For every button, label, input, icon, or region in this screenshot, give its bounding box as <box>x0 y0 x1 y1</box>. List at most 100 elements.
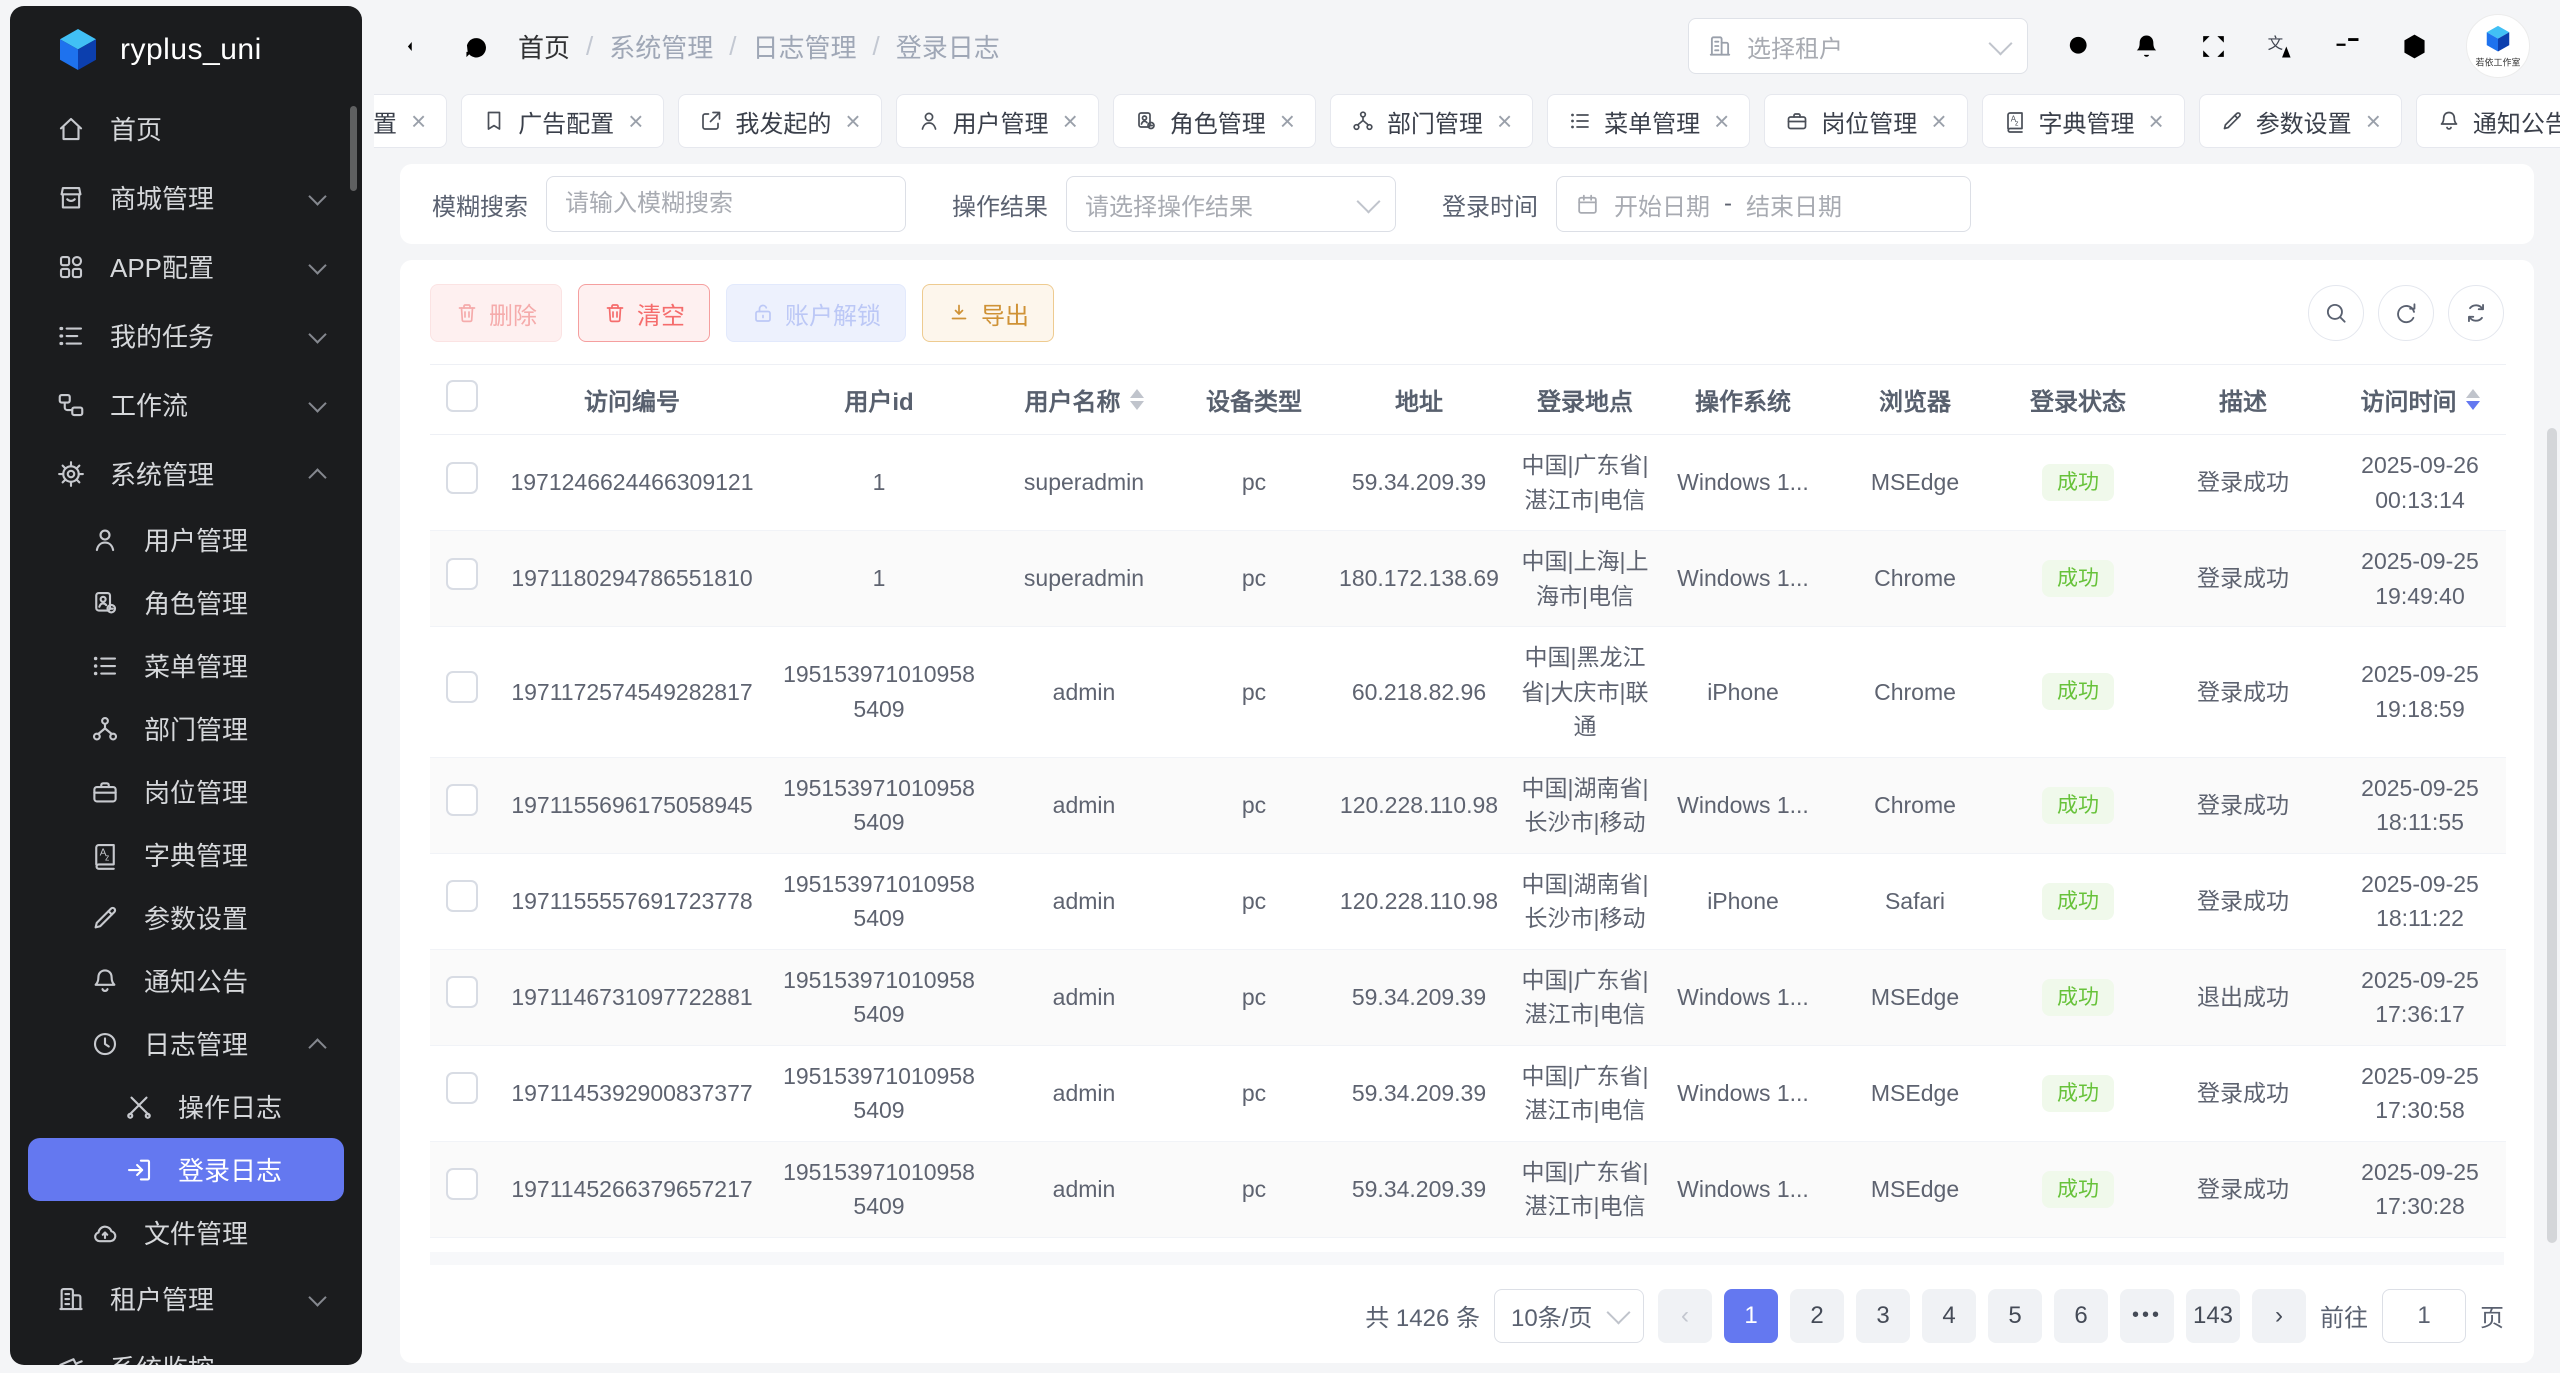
sync-columns-button[interactable] <box>2448 285 2504 341</box>
sidebar-item-APP配置[interactable]: APP配置 <box>10 232 362 301</box>
close-icon[interactable]: × <box>1497 108 1512 134</box>
tab-我发起的[interactable]: 我发起的× <box>678 94 881 148</box>
page-size-value: 10条/页 <box>1511 1298 1592 1333</box>
tab-通知公告[interactable]: 通知公告× <box>2416 94 2560 148</box>
row-checkbox[interactable] <box>446 1072 478 1104</box>
column-header-访问时间[interactable]: 访问时间 <box>2334 365 2506 435</box>
page-size-select[interactable]: 10条/页 <box>1494 1289 1644 1343</box>
tab-用户管理[interactable]: 用户管理× <box>896 94 1099 148</box>
sidebar-scrollbar-thumb[interactable] <box>350 106 357 191</box>
settings-gear-icon[interactable] <box>2399 31 2430 62</box>
breadcrumb-item[interactable]: 系统管理 <box>609 28 713 65</box>
sidebar-item-日志管理[interactable]: 日志管理 <box>10 1012 362 1075</box>
sidebar-item-租户管理[interactable]: 租户管理 <box>10 1264 362 1333</box>
sidebar-item-我的任务[interactable]: 我的任务 <box>10 301 362 370</box>
tenant-select[interactable]: 选择租户 <box>1688 18 2028 74</box>
page-button-6[interactable]: 6 <box>2054 1289 2108 1343</box>
page-button-4[interactable]: 4 <box>1922 1289 1976 1343</box>
cell-id: 1971155696175058945 <box>494 757 770 853</box>
tab-参数设置[interactable]: 参数设置× <box>2199 94 2402 148</box>
row-checkbox[interactable] <box>446 462 478 494</box>
sidebar-item-工作流[interactable]: 工作流 <box>10 370 362 439</box>
close-icon[interactable]: × <box>845 108 860 134</box>
tab-菜单管理[interactable]: 菜单管理× <box>1547 94 1750 148</box>
refresh-table-button[interactable] <box>2378 285 2434 341</box>
sort-carets-icon[interactable] <box>2466 389 2480 410</box>
row-checkbox[interactable] <box>446 1168 478 1200</box>
sidebar-item-部门管理[interactable]: 部门管理 <box>10 697 362 760</box>
sidebar-item-用户管理[interactable]: 用户管理 <box>10 508 362 571</box>
org-icon <box>1351 109 1375 133</box>
clear-button[interactable]: 清空 <box>578 284 710 342</box>
page-button-1[interactable]: 1 <box>1724 1289 1778 1343</box>
sidebar-item-登录日志[interactable]: 登录日志 <box>28 1138 344 1201</box>
breadcrumb-item[interactable]: 登录日志 <box>896 28 1000 65</box>
fuzzy-search-input[interactable] <box>546 176 906 232</box>
next-page-button[interactable]: › <box>2252 1289 2306 1343</box>
prev-page-button[interactable]: ‹ <box>1658 1289 1712 1343</box>
refresh-page-icon[interactable] <box>461 31 492 62</box>
row-checkbox[interactable] <box>446 380 478 412</box>
sidebar-item-参数设置[interactable]: 参数设置 <box>10 886 362 949</box>
login-time-range-picker[interactable]: 开始日期 - 结束日期 <box>1556 176 1971 232</box>
tab-岗位管理[interactable]: 岗位管理× <box>1764 94 1967 148</box>
close-icon[interactable]: × <box>411 108 426 134</box>
sidebar-item-商城管理[interactable]: 商城管理 <box>10 163 362 232</box>
page-button-143[interactable]: 143 <box>2186 1289 2240 1343</box>
goto-page-input[interactable] <box>2382 1289 2466 1343</box>
tab-广告配置[interactable]: 广告配置× <box>461 94 664 148</box>
close-icon[interactable]: × <box>1714 108 1729 134</box>
page-button-3[interactable]: 3 <box>1856 1289 1910 1343</box>
close-icon[interactable]: × <box>1280 108 1295 134</box>
avatar-label: 若依工作室 <box>2476 54 2521 68</box>
column-header-用户名称[interactable]: 用户名称 <box>988 365 1180 435</box>
collapse-sidebar-icon[interactable] <box>404 31 435 62</box>
close-icon[interactable]: × <box>1063 108 1078 134</box>
fullscreen-icon[interactable] <box>2198 31 2229 62</box>
row-checkbox[interactable] <box>446 784 478 816</box>
page-button-5[interactable]: 5 <box>1988 1289 2042 1343</box>
sidebar-item-岗位管理[interactable]: 岗位管理 <box>10 760 362 823</box>
tab-角色管理[interactable]: 角色管理× <box>1113 94 1316 148</box>
sort-carets-icon[interactable] <box>1130 389 1144 410</box>
search-icon[interactable] <box>2064 31 2095 62</box>
sidebar-item-操作日志[interactable]: 操作日志 <box>10 1075 362 1138</box>
sidebar-item-系统监控[interactable]: 系统监控 <box>10 1333 362 1365</box>
dict-icon <box>90 840 120 870</box>
tab-部门管理[interactable]: 部门管理× <box>1330 94 1533 148</box>
close-icon[interactable]: × <box>1931 108 1946 134</box>
close-icon[interactable]: × <box>2149 108 2164 134</box>
page-ellipsis[interactable]: ••• <box>2120 1289 2174 1343</box>
row-checkbox[interactable] <box>446 880 478 912</box>
page-button-2[interactable]: 2 <box>1790 1289 1844 1343</box>
sidebar-item-首页[interactable]: 首页 <box>10 94 362 163</box>
delete-button[interactable]: 删除 <box>430 284 562 342</box>
sidebar-item-系统管理[interactable]: 系统管理 <box>10 439 362 508</box>
column-header-登录地点: 登录地点 <box>1510 365 1660 435</box>
row-checkbox[interactable] <box>446 671 478 703</box>
breadcrumb-item[interactable]: 日志管理 <box>753 28 857 65</box>
sidebar-item-菜单管理[interactable]: 菜单管理 <box>10 634 362 697</box>
close-icon[interactable]: × <box>2366 108 2381 134</box>
user-avatar[interactable]: 若依工作室 <box>2466 14 2530 78</box>
sidebar-item-文件管理[interactable]: 文件管理 <box>10 1201 362 1264</box>
export-button[interactable]: 导出 <box>922 284 1054 342</box>
breadcrumb-item[interactable]: 首页 <box>518 28 570 65</box>
brief-icon <box>1785 109 1809 133</box>
cell-device: pc <box>1180 949 1328 1045</box>
sidebar-item-字典管理[interactable]: 字典管理 <box>10 823 362 886</box>
sidebar-item-角色管理[interactable]: 角色管理 <box>10 571 362 634</box>
font-size-icon[interactable] <box>2332 31 2363 62</box>
notifications-bell-icon[interactable] <box>2131 31 2162 62</box>
close-icon[interactable]: × <box>628 108 643 134</box>
language-icon[interactable] <box>2265 31 2296 62</box>
row-checkbox[interactable] <box>446 558 478 590</box>
tab-字典管理[interactable]: 字典管理× <box>1982 94 2185 148</box>
window-scrollbar-thumb[interactable] <box>2547 428 2557 1243</box>
toggle-search-button[interactable] <box>2308 285 2364 341</box>
tab-配置[interactable]: 配置× <box>374 94 447 148</box>
row-checkbox[interactable] <box>446 976 478 1008</box>
sidebar-item-通知公告[interactable]: 通知公告 <box>10 949 362 1012</box>
operation-result-select[interactable]: 请选择操作结果 <box>1066 176 1396 232</box>
unlock-account-button[interactable]: 账户解锁 <box>726 284 906 342</box>
